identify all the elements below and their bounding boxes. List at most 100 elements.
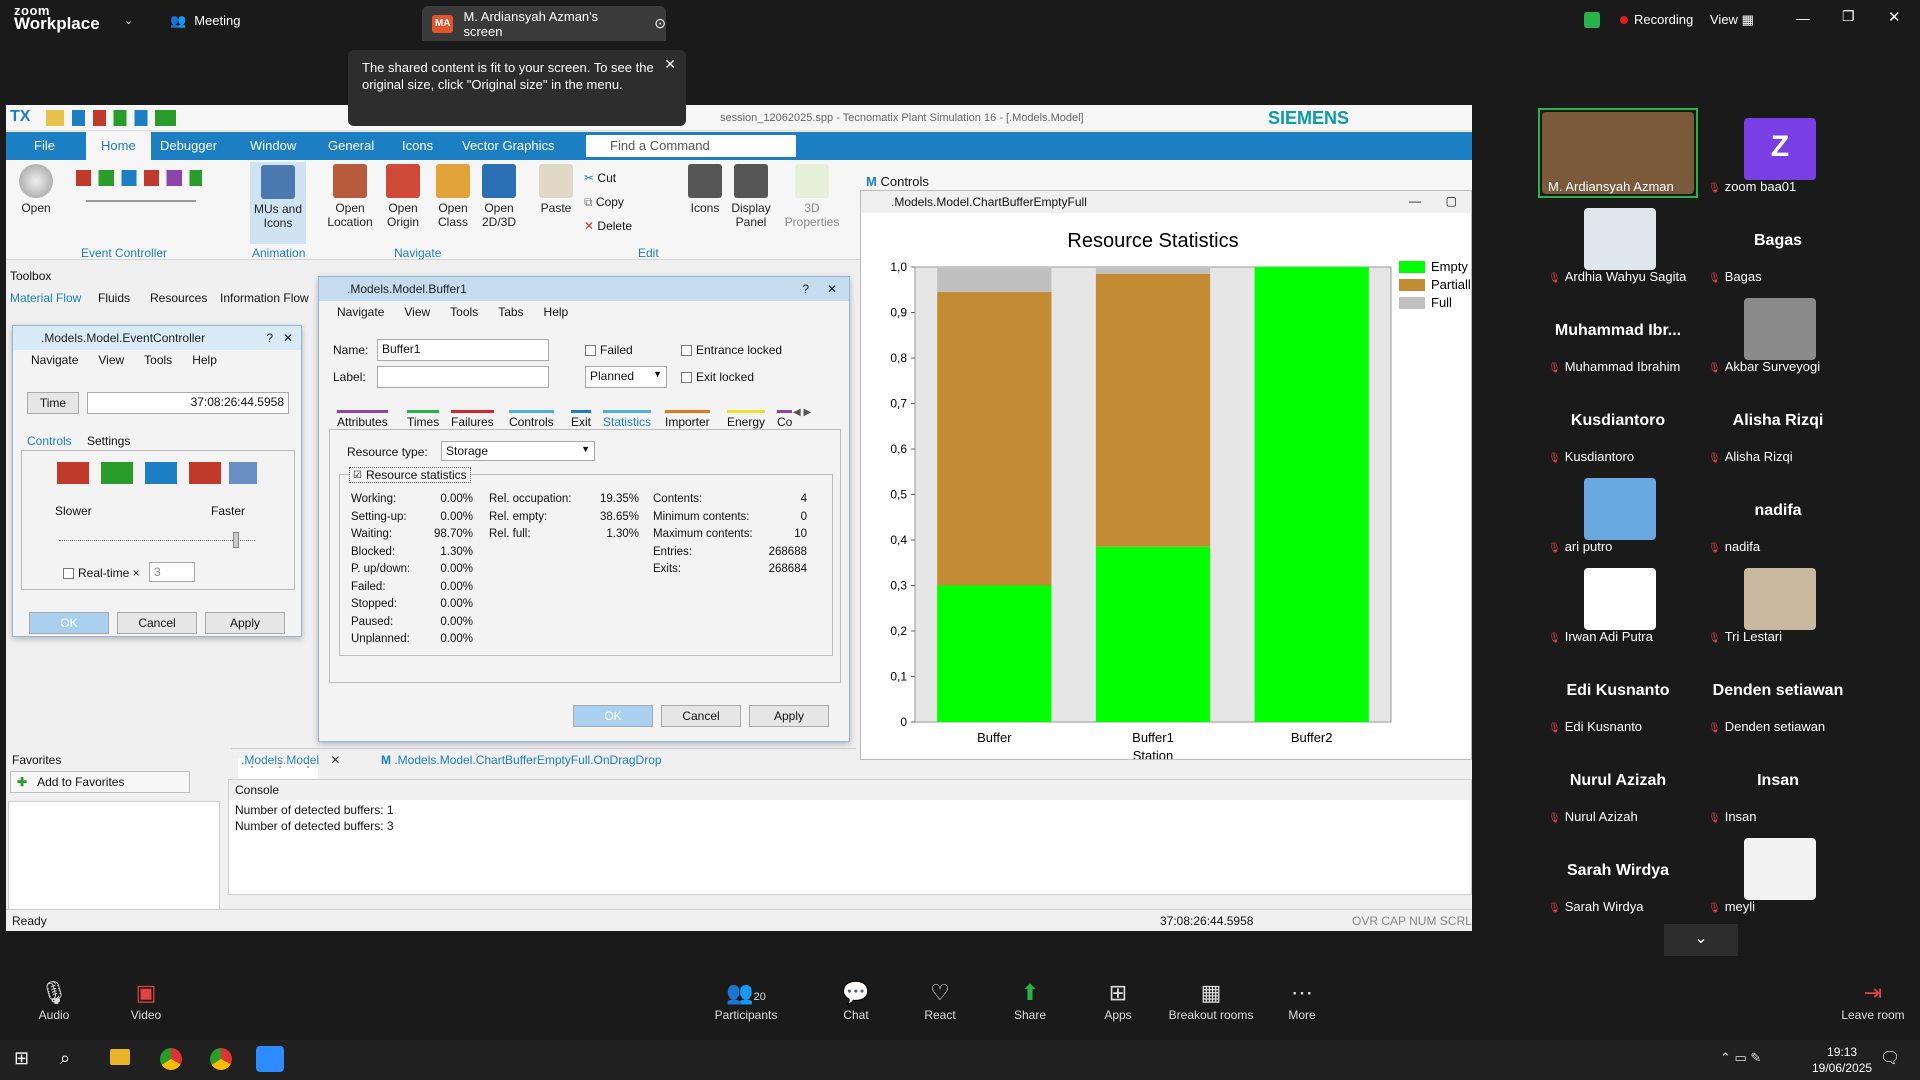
tab-times[interactable]: Times <box>407 410 440 429</box>
close-icon[interactable]: ✕ <box>330 753 340 767</box>
participant-tile[interactable]: Sarah Wirdya 🎙 Sarah Wirdya <box>1540 830 1696 916</box>
tab-attributes[interactable]: Attributes <box>337 410 388 429</box>
participant-tile[interactable]: Kusdiantoro 🎙 Kusdiantoro <box>1540 380 1696 466</box>
exit-locked-checkbox[interactable]: Exit locked <box>681 370 754 384</box>
3d-properties-button[interactable]: 3D Properties <box>784 164 840 229</box>
open-origin-button[interactable]: Open Origin <box>380 164 426 229</box>
participant-tile[interactable]: nadifa 🎙 nadifa <box>1700 470 1856 556</box>
chevron-down-icon[interactable]: ⌄ <box>124 14 133 27</box>
participant-tile[interactable]: 🎙 Irwan Adi Putra <box>1540 560 1696 646</box>
menu-file[interactable]: File <box>34 138 55 153</box>
menu-help[interactable]: Help <box>192 353 217 369</box>
open-class-button[interactable]: Open Class <box>430 164 476 229</box>
speed-slider[interactable] <box>86 200 196 202</box>
speed-slider-thumb[interactable] <box>233 532 239 548</box>
participant-tile[interactable]: Bagas 🎙 Bagas <box>1700 200 1856 286</box>
close-icon[interactable]: ✕ <box>827 282 837 296</box>
participant-tile[interactable]: Muhammad Ibr... 🎙 Muhammad Ibrahim <box>1540 290 1696 376</box>
clock[interactable]: 19:13 19/06/2025 <box>1812 1044 1872 1076</box>
more-options-icon[interactable]: ⊙ <box>654 15 666 32</box>
label-input[interactable] <box>377 366 549 388</box>
open-location-button[interactable]: Open Location <box>324 164 376 229</box>
speed-slider-track[interactable] <box>59 540 255 541</box>
entrance-locked-checkbox[interactable]: Entrance locked <box>681 343 782 357</box>
menu-tabs[interactable]: Tabs <box>498 305 523 319</box>
zoom-taskbar-icon[interactable] <box>256 1046 284 1072</box>
more-button[interactable]: ⋯ More <box>1282 980 1322 1022</box>
copy-button[interactable]: ⧉ Copy <box>584 190 632 214</box>
tab-failures[interactable]: Failures <box>451 410 494 429</box>
menu-navigate[interactable]: Navigate <box>31 353 78 369</box>
resource-type-select[interactable]: Storage ▼ <box>441 441 595 461</box>
doc-tab-model[interactable]: .Models.Model ✕ <box>241 753 340 767</box>
console-output[interactable]: Number of detected buffers: 1 Number of … <box>229 800 1471 836</box>
participant-tile[interactable]: 🎙 ari putro <box>1540 470 1696 556</box>
file-explorer-icon[interactable] <box>110 1049 130 1065</box>
tab-settings[interactable]: Settings <box>87 434 130 448</box>
participant-tile[interactable]: 🎙 meyli <box>1700 830 1856 916</box>
view-menu[interactable]: View ▦ <box>1710 12 1754 28</box>
toolbox-tab-information-flow[interactable]: Information Flow <box>220 291 309 305</box>
cancel-button[interactable]: Cancel <box>117 612 197 634</box>
quick-access-toolbar[interactable] <box>46 110 176 126</box>
recording-indicator[interactable]: Recording <box>1620 12 1693 27</box>
participant-tile[interactable]: Alisha Rizqi 🎙 Alisha Rizqi <box>1700 380 1856 466</box>
participant-tile[interactable]: Edi Kusnanto 🎙 Edi Kusnanto <box>1540 650 1696 736</box>
apply-button[interactable]: Apply <box>205 612 285 634</box>
participant-tile[interactable]: 🎙 Ardhia Wahyu Sagita <box>1540 200 1696 286</box>
participant-tile[interactable]: Insan 🎙 Insan <box>1700 740 1856 826</box>
tab-importer[interactable]: Importer <box>665 410 710 429</box>
mus-icons-button[interactable]: MUs and Icons <box>250 162 306 244</box>
menu-navigate[interactable]: Navigate <box>337 305 384 319</box>
toolbox-tab-resources[interactable]: Resources <box>150 291 207 305</box>
icons-button[interactable]: Icons <box>686 164 724 215</box>
toolbox-tab-material-flow[interactable]: Material Flow <box>10 291 81 305</box>
tab-controls[interactable]: Controls <box>27 434 72 448</box>
apply-button[interactable]: Apply <box>749 705 829 727</box>
cut-button[interactable]: ✂ Cut <box>584 166 632 190</box>
planned-select[interactable]: Planned ▼ <box>585 366 667 388</box>
ok-button[interactable]: OK <box>29 612 109 634</box>
menu-debugger[interactable]: Debugger <box>160 138 217 153</box>
find-command-input[interactable]: Find a Command <box>586 135 796 157</box>
doc-tab-ondragdrop[interactable]: M .Models.Model.ChartBufferEmptyFull.OnD… <box>381 753 662 767</box>
time-button[interactable]: Time <box>27 392 79 414</box>
participant-tile[interactable]: Nurul Azizah 🎙 Nurul Azizah <box>1540 740 1696 826</box>
chrome-profile-icon[interactable] <box>210 1048 232 1070</box>
display-panel-button[interactable]: Display Panel <box>726 164 776 229</box>
menu-view[interactable]: View <box>404 305 430 319</box>
maximize-icon[interactable]: ▢ <box>1446 194 1457 208</box>
menu-tools[interactable]: Tools <box>450 305 478 319</box>
name-input[interactable]: Buffer1 <box>377 339 549 361</box>
breakout-rooms-button[interactable]: ▦ Breakout rooms <box>1166 980 1256 1022</box>
resource-statistics-chart[interactable]: Resource Statistics 0 0,1 0,2 0,3 0,4 0,5 0,6 0,… <box>861 213 1477 763</box>
participant-tile[interactable]: 🎙 Tri Lestari <box>1700 560 1856 646</box>
cancel-button[interactable]: Cancel <box>661 705 741 727</box>
gallery-collapse-button[interactable]: ⌄ <box>1664 924 1738 956</box>
resource-statistics-checkbox[interactable]: ☑ Resource statistics <box>349 467 471 483</box>
tab-statistics[interactable]: Statistics <box>603 410 652 429</box>
tab-controls[interactable]: Controls <box>509 410 554 429</box>
toolbox-tab-fluids[interactable]: Fluids <box>98 291 130 305</box>
open-button[interactable]: Open <box>16 164 56 215</box>
run-controls[interactable] <box>57 462 257 484</box>
menu-window[interactable]: Window <box>250 138 296 153</box>
help-icon[interactable]: ? <box>266 331 273 345</box>
chat-button[interactable]: 💬 Chat <box>836 980 876 1022</box>
minimize-icon[interactable]: — <box>1796 10 1810 26</box>
chrome-icon[interactable] <box>160 1048 182 1070</box>
leave-room-button[interactable]: ⇥ Leave room <box>1838 980 1908 1022</box>
search-icon[interactable]: ⌕ <box>60 1048 70 1069</box>
help-icon[interactable]: ? <box>802 282 809 296</box>
menu-general[interactable]: General <box>328 138 374 153</box>
system-tray-icons[interactable]: ⌃ ▭ ✎ <box>1720 1050 1761 1066</box>
apps-button[interactable]: ⊞ Apps <box>1100 980 1136 1022</box>
realtime-checkbox[interactable]: Real-time × <box>63 566 140 580</box>
time-value-field[interactable]: 37:08:26:44.5958 <box>87 392 289 414</box>
participant-tile[interactable]: Denden setiawan 🎙 Denden setiawan <box>1700 650 1856 736</box>
controls-button[interactable]: M Controls <box>866 174 929 189</box>
menu-vector-graphics[interactable]: Vector Graphics <box>462 138 555 153</box>
paste-button[interactable]: Paste <box>538 164 574 215</box>
close-icon[interactable]: ✕ <box>1888 8 1901 26</box>
failed-checkbox[interactable]: Failed <box>585 343 633 357</box>
